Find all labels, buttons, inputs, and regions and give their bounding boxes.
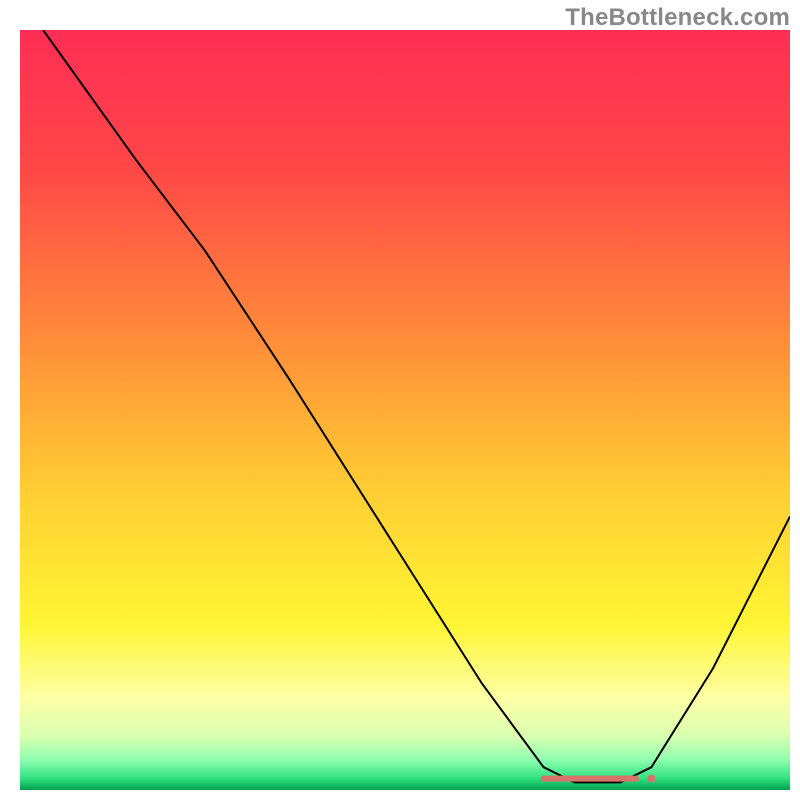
bottleneck-chart (20, 30, 790, 790)
watermark-text: TheBottleneck.com (565, 4, 790, 32)
minimum-marker-dot (647, 775, 655, 783)
chart-container: TheBottleneck.com (0, 0, 800, 800)
gradient-background (20, 30, 790, 790)
